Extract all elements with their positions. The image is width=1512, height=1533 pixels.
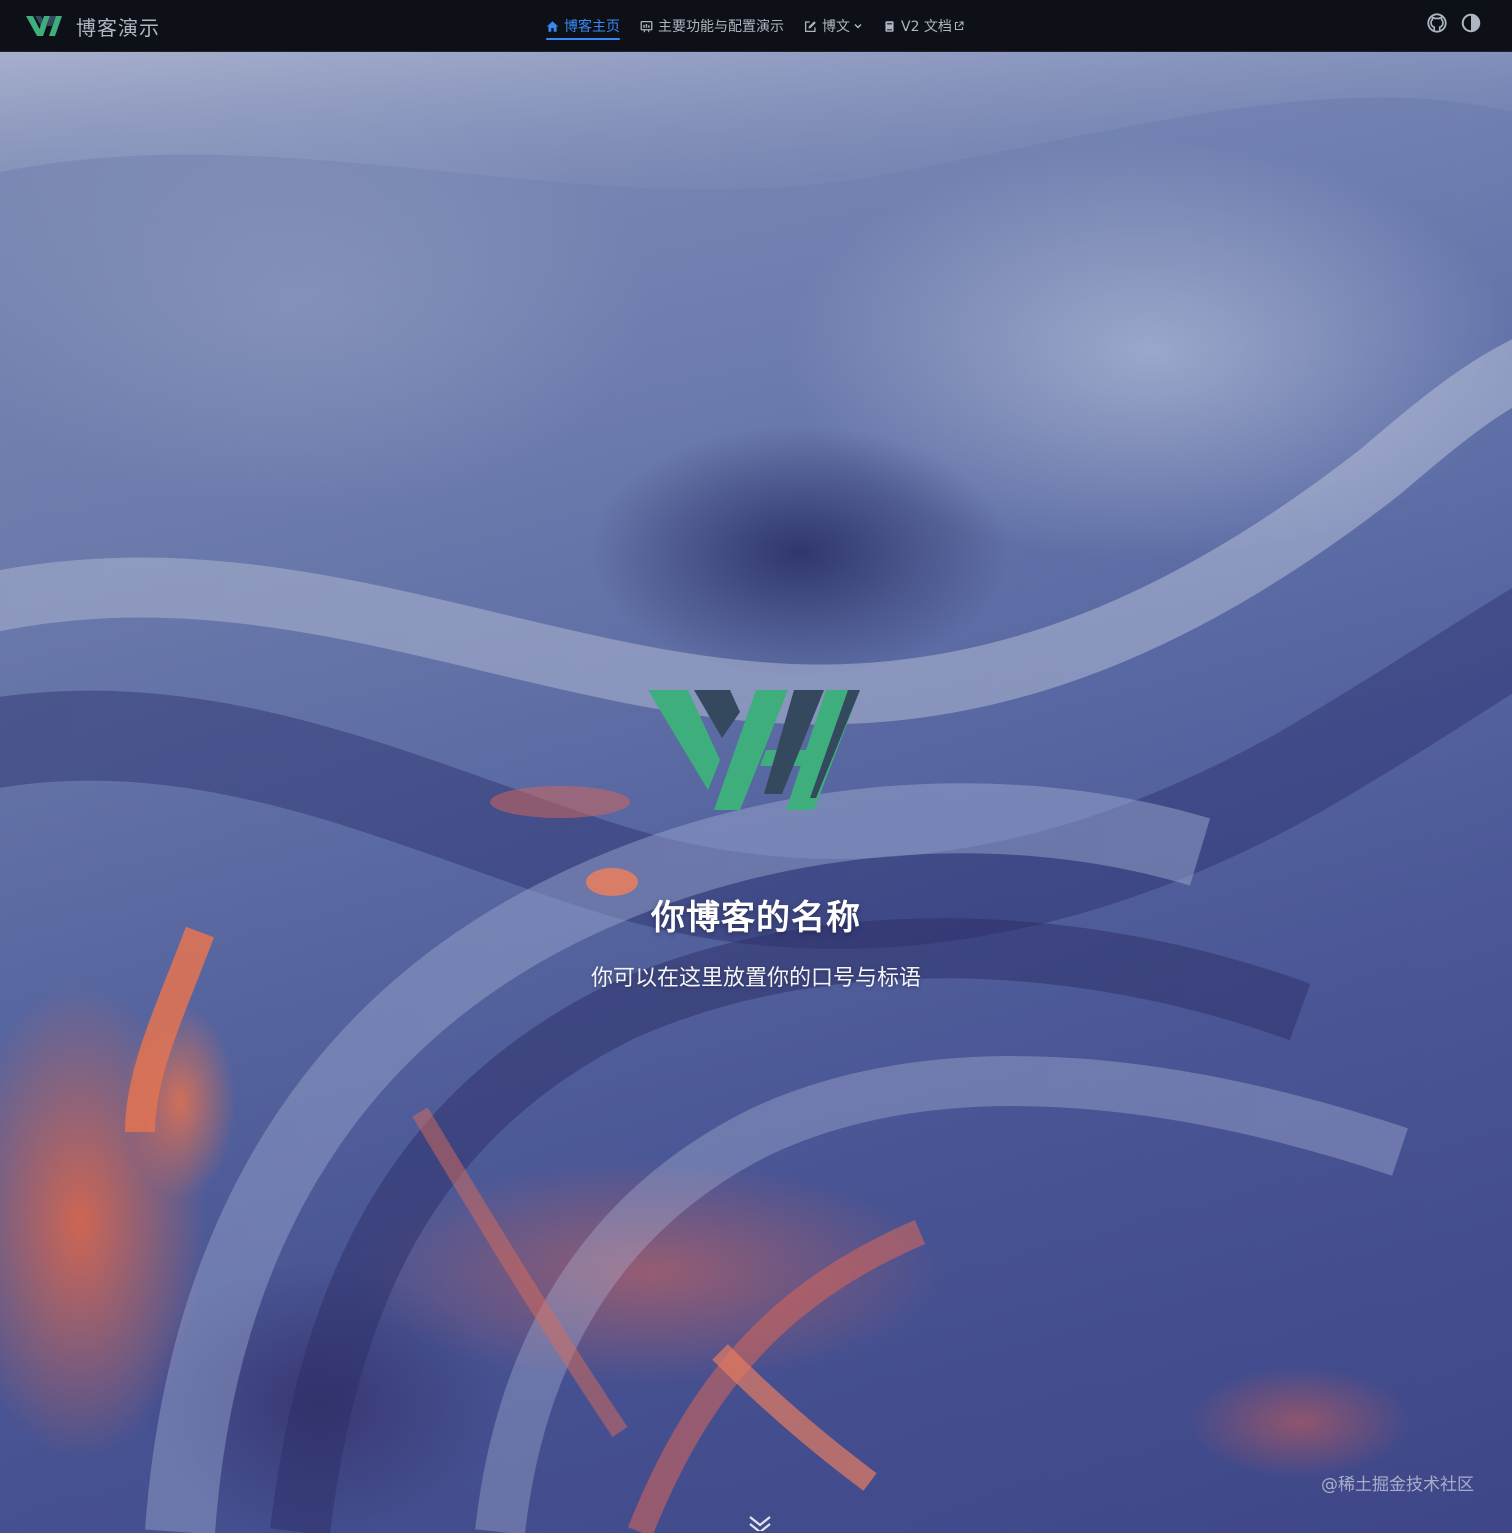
nav-item-features[interactable]: 主要功能与配置演示 (640, 0, 784, 52)
nav-item-label: V2 文档 (901, 19, 952, 35)
site-title: 博客演示 (76, 15, 160, 40)
theme-toggle-button[interactable] (1460, 12, 1482, 34)
watermark: @稀土掘金技术社区 (1321, 1475, 1474, 1495)
nav-item-label: 博客主页 (564, 19, 620, 35)
nav-item-home[interactable]: 博客主页 (546, 0, 620, 52)
navbar: 博客演示 博客主页 主要功能与配置演示 博文 V2 文档 (0, 0, 1512, 52)
external-link-icon (954, 21, 964, 31)
contrast-icon (1461, 13, 1481, 33)
github-icon (1427, 13, 1447, 33)
book-icon (885, 20, 894, 32)
nav-item-label: 博文 (822, 19, 850, 35)
github-link[interactable] (1426, 12, 1448, 34)
slides-icon (640, 20, 653, 32)
brand-link[interactable]: 博客演示 (26, 10, 160, 42)
chevron-down-icon (854, 23, 862, 29)
nav-item-label: 主要功能与配置演示 (658, 19, 784, 35)
main-nav: 博客主页 主要功能与配置演示 博文 V2 文档 (546, 0, 984, 52)
hero-logo-icon (648, 690, 860, 810)
hero-section: 你博客的名称 你可以在这里放置你的口号与标语 @稀土掘金技术社区 (0, 52, 1512, 1533)
nav-item-posts[interactable]: 博文 (804, 0, 863, 52)
nav-item-v2-docs[interactable]: V2 文档 (883, 0, 964, 52)
home-icon (546, 20, 559, 32)
site-logo-icon (26, 16, 62, 36)
navbar-tools (1414, 12, 1482, 34)
edit-icon (804, 20, 816, 32)
hero-tagline: 你可以在这里放置你的口号与标语 (590, 966, 921, 991)
scroll-down-icon[interactable] (746, 1515, 774, 1531)
hero-title: 你博客的名称 (651, 898, 861, 938)
